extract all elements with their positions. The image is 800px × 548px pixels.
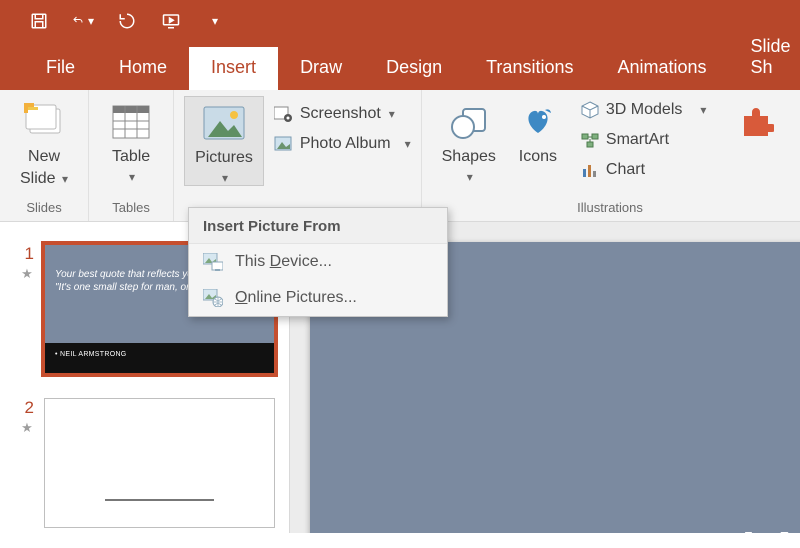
tab-draw[interactable]: Draw xyxy=(278,47,364,90)
tab-transitions[interactable]: Transitions xyxy=(464,47,595,90)
insert-picture-this-device[interactable]: This Device... xyxy=(189,244,447,280)
slide-thumb[interactable] xyxy=(44,398,275,528)
online-picture-icon xyxy=(203,288,223,308)
tab-file[interactable]: File xyxy=(24,47,97,90)
chart-label: Chart xyxy=(606,161,645,179)
thumbnail-2[interactable]: 2 ★ xyxy=(0,394,289,548)
new-slide-label: New xyxy=(28,148,60,166)
table-button[interactable]: Table ▾ xyxy=(99,96,163,184)
new-slide-button[interactable]: New Slide ▾ xyxy=(10,96,78,187)
ribbon-tabs: File Home Insert Draw Design Transitions… xyxy=(0,42,800,90)
group-slides-label: Slides xyxy=(26,198,61,219)
insert-picture-online[interactable]: Online Pictures... xyxy=(189,280,447,316)
group-slides: New Slide ▾ Slides xyxy=(0,90,89,221)
cube-icon xyxy=(580,100,600,120)
group-tables-label: Tables xyxy=(112,198,150,219)
undo-icon[interactable]: ▾ xyxy=(72,10,94,32)
save-icon[interactable] xyxy=(28,10,50,32)
thumb-number: 1 xyxy=(20,244,34,264)
thumb-author-text: • NEIL ARMSTRONG xyxy=(45,343,274,373)
slide-quote-text[interactable]: Your b appro xyxy=(738,520,800,533)
animation-star-icon: ★ xyxy=(21,266,33,282)
table-label: Table xyxy=(112,148,150,166)
photo-album-button[interactable]: Photo Album ▾ xyxy=(270,132,415,156)
pictures-dropdown: Insert Picture From This Device... Onlin… xyxy=(188,207,448,317)
screenshot-button[interactable]: Screenshot ▾ xyxy=(270,102,415,126)
photo-album-icon xyxy=(274,134,294,154)
tab-insert[interactable]: Insert xyxy=(189,47,278,90)
screenshot-label: Screenshot xyxy=(300,105,381,123)
icons-button[interactable]: Icons xyxy=(506,96,570,166)
group-illustrations: Shapes ▾ Icons 3D Models ▾ xyxy=(422,90,799,221)
3d-models-button[interactable]: 3D Models ▾ xyxy=(576,98,711,122)
smartart-label: SmartArt xyxy=(606,131,669,149)
screenshot-icon xyxy=(274,104,294,124)
thumb-number: 2 xyxy=(20,398,34,418)
tab-slideshow[interactable]: Slide Sh xyxy=(729,26,800,90)
pictures-label: Pictures xyxy=(195,149,253,167)
slideshow-icon[interactable] xyxy=(160,10,182,32)
pictures-button[interactable]: Pictures ▾ xyxy=(184,96,264,186)
ribbon: New Slide ▾ Slides Table ▾ Tables xyxy=(0,90,800,222)
pictures-icon xyxy=(202,101,246,145)
smartart-icon xyxy=(580,130,600,150)
3d-models-label: 3D Models xyxy=(606,101,682,119)
shapes-icon xyxy=(447,100,491,144)
this-device-label: This Device... xyxy=(235,253,332,271)
device-picture-icon xyxy=(203,252,223,272)
group-images: Pictures ▾ Screenshot ▾ Photo Album ▾ xyxy=(174,90,422,221)
tab-design[interactable]: Design xyxy=(364,47,464,90)
shapes-label: Shapes xyxy=(442,148,496,166)
tab-home[interactable]: Home xyxy=(97,47,189,90)
qat-customize-icon[interactable]: ▾ xyxy=(204,10,226,32)
chart-icon xyxy=(580,160,600,180)
online-pictures-label: Online Pictures... xyxy=(235,289,357,307)
new-slide-icon xyxy=(22,100,66,144)
icons-icon xyxy=(516,100,560,144)
quick-access-toolbar: ▾ ▾ xyxy=(0,0,800,42)
icons-label: Icons xyxy=(519,148,557,166)
shapes-button[interactable]: Shapes ▾ xyxy=(432,96,506,184)
group-tables: Table ▾ Tables xyxy=(89,90,174,221)
photo-album-label: Photo Album xyxy=(300,135,391,153)
animation-star-icon: ★ xyxy=(21,420,33,436)
table-icon xyxy=(109,100,153,144)
group-illustrations-label: Illustrations xyxy=(577,198,643,219)
chart-button[interactable]: Chart xyxy=(576,158,711,182)
addins-button[interactable] xyxy=(716,96,788,144)
addins-icon xyxy=(734,100,778,144)
tab-animations[interactable]: Animations xyxy=(595,47,728,90)
smartart-button[interactable]: SmartArt xyxy=(576,128,711,152)
redo-icon[interactable] xyxy=(116,10,138,32)
pictures-dropdown-title: Insert Picture From xyxy=(189,208,447,244)
